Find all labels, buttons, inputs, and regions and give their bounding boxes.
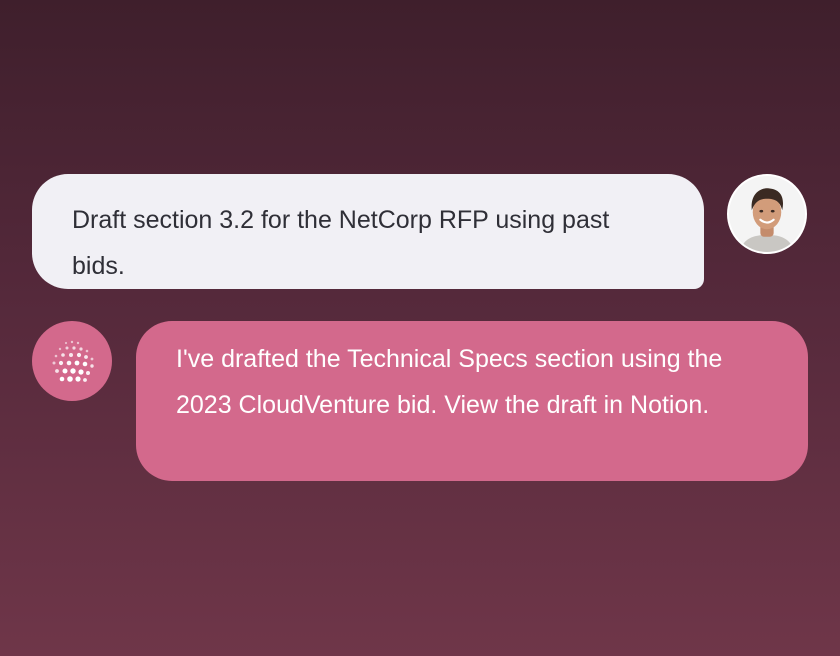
assistant-avatar xyxy=(32,321,112,401)
assistant-message-text: I've drafted the Technical Specs section… xyxy=(176,345,723,419)
user-avatar xyxy=(727,174,807,254)
user-message-bubble: Draft section 3.2 for the NetCorp RFP us… xyxy=(32,174,704,289)
user-photo-avatar-icon xyxy=(729,176,805,252)
chat-thread: Draft section 3.2 for the NetCorp RFP us… xyxy=(0,0,840,656)
dotted-sphere-logo-icon xyxy=(52,340,94,382)
user-message-text: Draft section 3.2 for the NetCorp RFP us… xyxy=(72,206,610,280)
assistant-message-bubble: I've drafted the Technical Specs section… xyxy=(136,321,808,481)
